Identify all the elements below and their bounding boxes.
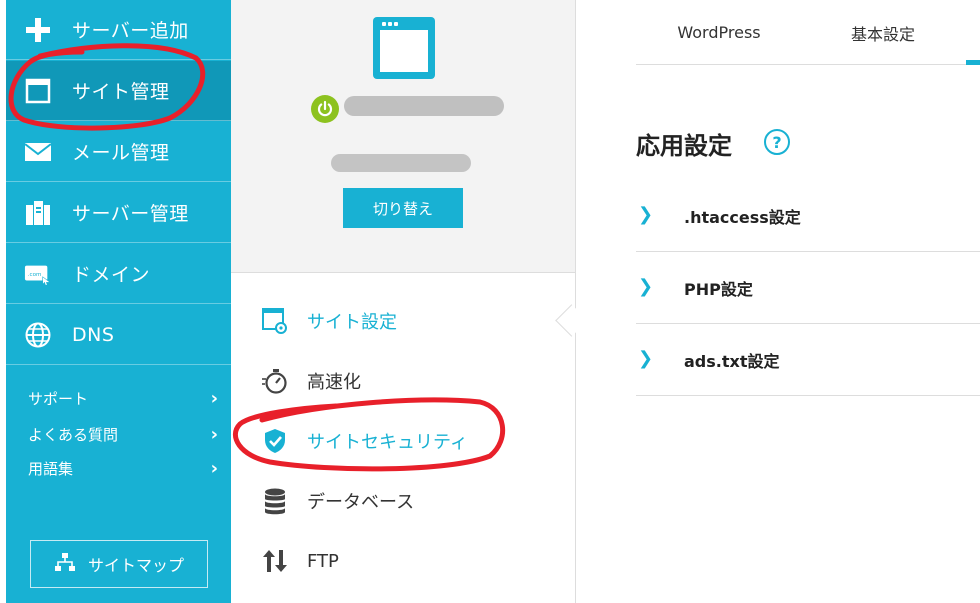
adstxt-settings-row[interactable]: ❯ ads.txt設定	[636, 324, 980, 396]
htaccess-settings-row[interactable]: ❯ .htaccess設定	[636, 180, 980, 252]
switch-button[interactable]: 切り替え	[343, 188, 463, 228]
window-icon	[24, 77, 52, 105]
tab-basic-settings[interactable]: 基本設定	[805, 0, 961, 65]
chevron-right-icon: ❯	[638, 204, 654, 225]
chevron-right-icon: ›	[210, 423, 218, 445]
sidebar-item-add-server[interactable]: サーバー追加	[6, 0, 231, 60]
faq-link[interactable]: よくある質問 ›	[28, 422, 218, 446]
tab-wordpress[interactable]: WordPress	[640, 0, 798, 65]
sidebar-item-label: メール管理	[72, 142, 170, 164]
server-icon	[24, 199, 52, 227]
section-title: 応用設定	[636, 132, 732, 160]
sidebar: サーバー追加 サイト管理 メール管理 サーバー管理 .com ドメイン DNS …	[6, 0, 231, 603]
site-settings-icon	[261, 307, 289, 335]
menu-item-label: サイトセキュリティ	[307, 432, 468, 453]
shield-check-icon	[261, 427, 289, 455]
globe-icon	[24, 321, 52, 349]
row-label: ads.txt設定	[684, 352, 780, 371]
chevron-right-icon: ›	[210, 387, 218, 409]
sidebar-item-site-management[interactable]: サイト管理	[6, 61, 231, 121]
site-info-panel: 切り替え	[231, 0, 575, 273]
site-window-icon	[373, 17, 435, 79]
row-label: PHP設定	[684, 280, 753, 299]
mail-icon	[24, 138, 52, 166]
menu-item-label: サイト設定	[307, 312, 397, 333]
help-icon[interactable]: ?	[764, 129, 790, 155]
menu-item-speedup[interactable]: 高速化	[231, 351, 575, 411]
stopwatch-icon	[261, 367, 289, 395]
tabs-divider	[636, 64, 980, 65]
sitemap-button[interactable]: サイトマップ	[30, 540, 208, 588]
domain-icon: .com	[24, 260, 52, 288]
plus-icon	[24, 16, 52, 44]
sidebar-item-label: ドメイン	[72, 264, 151, 286]
database-icon	[261, 487, 289, 515]
menu-item-site-settings[interactable]: サイト設定	[231, 291, 575, 351]
sidebar-item-label: サイト管理	[72, 81, 170, 103]
sidebar-item-label: DNS	[72, 323, 115, 346]
sitemap-label: サイトマップ	[87, 556, 184, 575]
menu-item-label: データベース	[307, 492, 415, 513]
support-link-label: サポート	[28, 389, 89, 408]
active-tab-indicator	[966, 60, 980, 65]
support-link[interactable]: サポート ›	[28, 386, 218, 410]
chevron-right-icon: ›	[210, 457, 218, 479]
sitemap-icon	[54, 552, 76, 576]
php-settings-row[interactable]: ❯ PHP設定	[636, 252, 980, 324]
glossary-link-label: 用語集	[28, 459, 74, 478]
power-icon	[311, 95, 339, 123]
row-label: .htaccess設定	[684, 208, 801, 227]
chevron-right-icon: ❯	[638, 348, 654, 369]
redacted-site-url	[331, 154, 471, 172]
glossary-link[interactable]: 用語集 ›	[28, 456, 218, 480]
menu-item-site-security[interactable]: サイトセキュリティ	[231, 411, 575, 471]
svg-text:.com: .com	[28, 271, 42, 277]
sidebar-item-domain[interactable]: .com ドメイン	[6, 244, 231, 304]
sidebar-item-label: サーバー管理	[72, 203, 189, 225]
menu-item-label: FTP	[307, 550, 339, 572]
faq-link-label: よくある質問	[28, 425, 119, 444]
sidebar-item-label: サーバー追加	[72, 20, 189, 42]
menu-item-label: 高速化	[307, 372, 361, 393]
sidebar-item-server-management[interactable]: サーバー管理	[6, 183, 231, 243]
sidebar-item-dns[interactable]: DNS	[6, 305, 231, 365]
chevron-right-icon: ❯	[638, 276, 654, 297]
updown-arrows-icon	[261, 547, 289, 575]
sidebar-item-mail-management[interactable]: メール管理	[6, 122, 231, 182]
redacted-site-name	[344, 96, 504, 116]
menu-item-ftp[interactable]: FTP	[231, 531, 575, 591]
panel-divider	[575, 0, 576, 603]
menu-item-database[interactable]: データベース	[231, 471, 575, 531]
